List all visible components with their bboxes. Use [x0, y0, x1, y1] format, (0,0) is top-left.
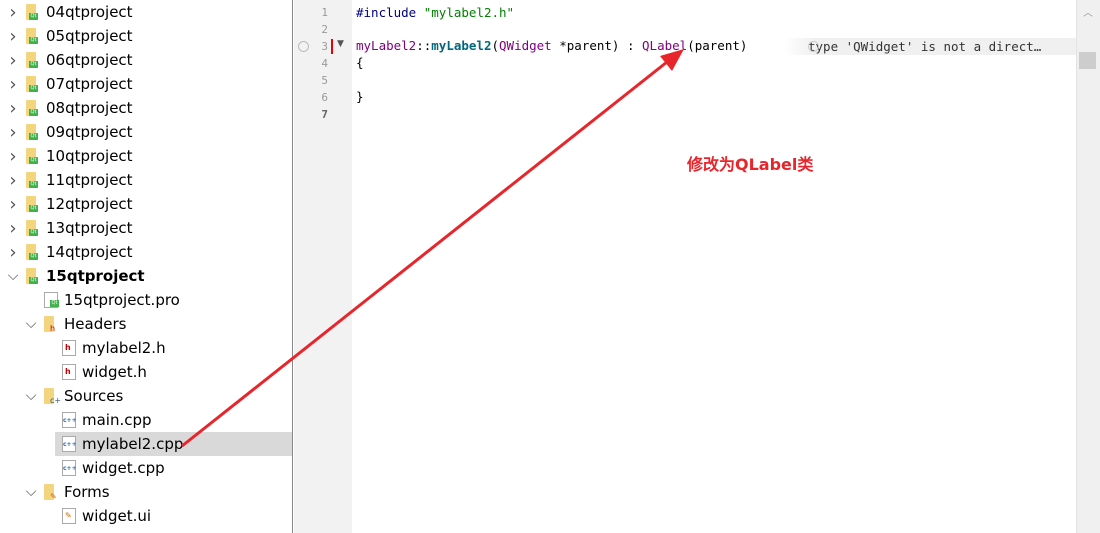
arrow-head	[660, 49, 684, 71]
annotation-arrow	[181, 49, 684, 448]
arrow-shaft	[181, 56, 673, 448]
